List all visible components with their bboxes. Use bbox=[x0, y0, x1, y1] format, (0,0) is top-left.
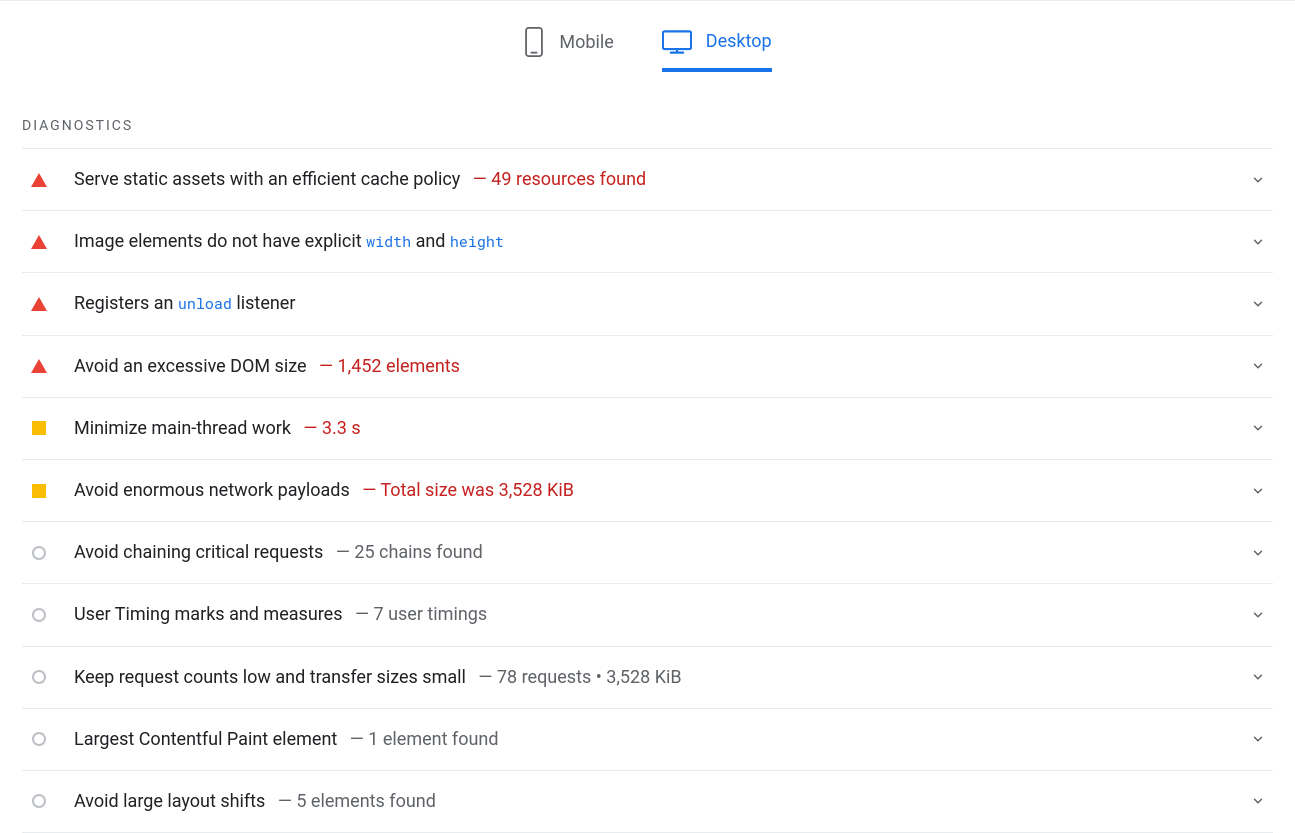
average-square-icon bbox=[22, 484, 56, 498]
audit-row[interactable]: Registers an unload listener bbox=[22, 272, 1273, 334]
audit-row[interactable]: Image elements do not have explicit widt… bbox=[22, 210, 1273, 272]
fail-triangle-icon bbox=[22, 297, 56, 311]
tab-desktop-label: Desktop bbox=[706, 31, 772, 52]
audit-list: Serve static assets with an efficient ca… bbox=[22, 148, 1273, 833]
audit-title: Minimize main-thread work — 3.3 s bbox=[74, 416, 1233, 441]
audit-row[interactable]: Avoid large layout shifts — 5 elements f… bbox=[22, 770, 1273, 833]
code-token: unload bbox=[178, 294, 232, 314]
fail-triangle-icon bbox=[22, 235, 56, 249]
audit-detail: — 1,452 elements bbox=[315, 356, 460, 377]
audit-row[interactable]: User Timing marks and measures — 7 user … bbox=[22, 583, 1273, 645]
device-tabs: Mobile Desktop bbox=[0, 1, 1295, 72]
fail-triangle-icon bbox=[22, 173, 56, 187]
audit-row[interactable]: Minimize main-thread work — 3.3 s bbox=[22, 397, 1273, 459]
info-circle-icon bbox=[22, 608, 56, 622]
audit-detail: — 49 resources found bbox=[468, 169, 646, 190]
info-circle-icon bbox=[22, 546, 56, 560]
audit-row[interactable]: Avoid chaining critical requests — 25 ch… bbox=[22, 521, 1273, 583]
section-title: DIAGNOSTICS bbox=[22, 96, 1273, 148]
fail-triangle-icon bbox=[22, 359, 56, 373]
audit-title: User Timing marks and measures — 7 user … bbox=[74, 602, 1233, 627]
chevron-down-icon bbox=[1251, 173, 1265, 187]
audit-title: Avoid enormous network payloads — Total … bbox=[74, 478, 1233, 503]
tab-mobile[interactable]: Mobile bbox=[523, 27, 613, 72]
chevron-down-icon bbox=[1251, 359, 1265, 373]
chevron-down-icon bbox=[1251, 732, 1265, 746]
audit-detail: — Total size was 3,528 KiB bbox=[358, 480, 574, 501]
diagnostics-section: DIAGNOSTICS Serve static assets with an … bbox=[0, 96, 1295, 833]
audit-row[interactable]: Avoid an excessive DOM size — 1,452 elem… bbox=[22, 335, 1273, 397]
code-token: height bbox=[450, 232, 504, 252]
audit-title: Largest Contentful Paint element — 1 ele… bbox=[74, 727, 1233, 752]
audit-title: Keep request counts low and transfer siz… bbox=[74, 665, 1233, 690]
audit-title: Registers an unload listener bbox=[74, 291, 1233, 316]
average-square-icon bbox=[22, 421, 56, 435]
audit-title: Avoid chaining critical requests — 25 ch… bbox=[74, 540, 1233, 565]
chevron-down-icon bbox=[1251, 670, 1265, 684]
audit-title: Image elements do not have explicit widt… bbox=[74, 229, 1233, 254]
audit-detail: — 78 requests • 3,528 KiB bbox=[474, 667, 682, 688]
audit-detail: — 25 chains found bbox=[331, 542, 482, 563]
desktop-icon bbox=[662, 30, 692, 54]
chevron-down-icon bbox=[1251, 421, 1265, 435]
tab-desktop[interactable]: Desktop bbox=[662, 27, 772, 72]
info-circle-icon bbox=[22, 732, 56, 746]
audit-row[interactable]: Avoid enormous network payloads — Total … bbox=[22, 459, 1273, 521]
audit-detail: — 5 elements found bbox=[273, 791, 435, 812]
audit-title: Avoid large layout shifts — 5 elements f… bbox=[74, 789, 1233, 814]
chevron-down-icon bbox=[1251, 608, 1265, 622]
code-token: width bbox=[366, 232, 411, 252]
info-circle-icon bbox=[22, 794, 56, 808]
audit-row[interactable]: Largest Contentful Paint element — 1 ele… bbox=[22, 708, 1273, 770]
chevron-down-icon bbox=[1251, 235, 1265, 249]
audit-row[interactable]: Keep request counts low and transfer siz… bbox=[22, 646, 1273, 708]
audit-title: Avoid an excessive DOM size — 1,452 elem… bbox=[74, 354, 1233, 379]
chevron-down-icon bbox=[1251, 297, 1265, 311]
tab-mobile-label: Mobile bbox=[559, 32, 613, 53]
audit-detail: — 1 element found bbox=[345, 729, 498, 750]
audit-row[interactable]: Serve static assets with an efficient ca… bbox=[22, 148, 1273, 210]
mobile-icon bbox=[523, 27, 545, 57]
chevron-down-icon bbox=[1251, 546, 1265, 560]
chevron-down-icon bbox=[1251, 484, 1265, 498]
chevron-down-icon bbox=[1251, 794, 1265, 808]
audit-detail: — 3.3 s bbox=[299, 418, 361, 439]
info-circle-icon bbox=[22, 670, 56, 684]
audit-detail: — 7 user timings bbox=[351, 604, 488, 625]
audit-title: Serve static assets with an efficient ca… bbox=[74, 167, 1233, 192]
